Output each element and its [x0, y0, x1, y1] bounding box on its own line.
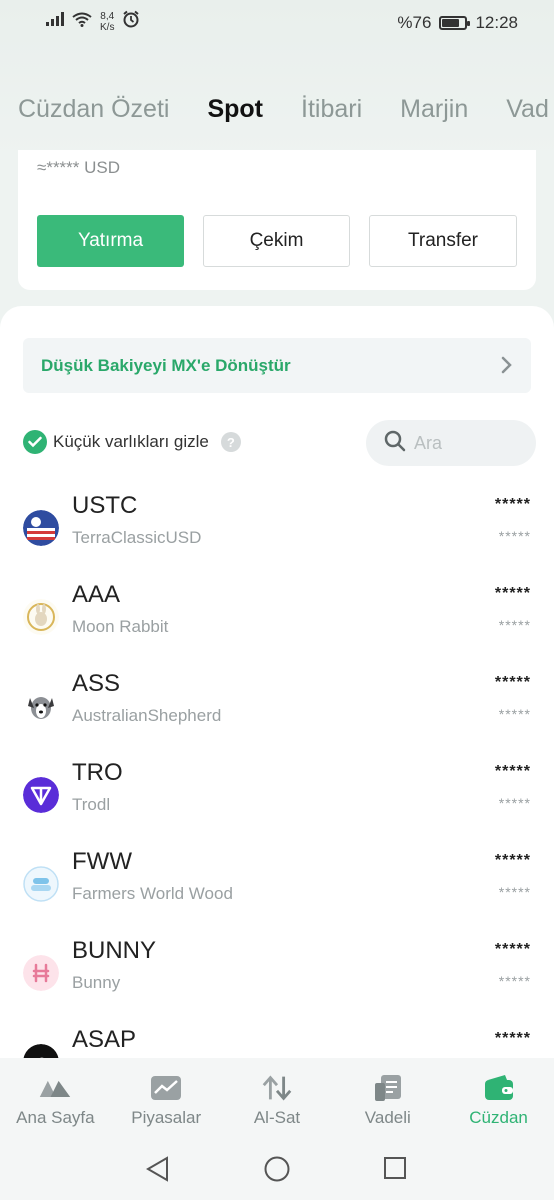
network-speed: 8,4 K/s — [100, 11, 114, 33]
asset-amount: ***** — [494, 1030, 531, 1047]
asset-amount: ***** — [494, 585, 531, 602]
wifi-icon — [72, 12, 92, 32]
clock: 12:28 — [475, 13, 518, 32]
asset-symbol: AAA — [72, 581, 121, 608]
asset-sheet: Düşük Bakiyeyi MX'e Dönüştür Küçük varlı… — [0, 306, 554, 1066]
farmers-world-wood-logo-icon — [23, 866, 59, 902]
trodl-logo-icon — [23, 777, 59, 813]
signal-icon — [46, 12, 64, 31]
asset-row-ustc[interactable]: USTC TerraClassicUSD ***** ***** — [0, 486, 554, 575]
tab-futures[interactable]: Vad — [506, 95, 549, 124]
asset-name: Bunny — [72, 973, 121, 992]
convert-banner-label: Düşük Bakiyeyi MX'e Dönüştür — [41, 355, 291, 375]
asset-name: Trodl — [72, 795, 111, 814]
wallet-tabs: Cüzdan Özeti Spot İtibari Marjin Vad — [18, 95, 554, 124]
tab-fiat[interactable]: İtibari — [301, 95, 362, 124]
home-button-icon[interactable] — [264, 1156, 290, 1187]
battery-percent: %76 — [397, 13, 432, 32]
asset-symbol: USTC — [72, 492, 138, 519]
asset-amount: ***** — [494, 496, 531, 513]
asset-symbol: FWW — [72, 848, 132, 875]
asset-row-ass[interactable]: ASS AustralianShepherd ***** ***** — [0, 664, 554, 753]
bunny-logo-icon — [23, 955, 59, 991]
nav-futures-label: Vadeli — [364, 1108, 411, 1127]
asset-row-aaa[interactable]: AAA Moon Rabbit ***** ***** — [0, 575, 554, 664]
nav-futures[interactable]: Vadeli — [332, 1058, 443, 1138]
hide-small-assets-toggle[interactable]: Küçük varlıkları gizle ? — [23, 430, 241, 454]
chevron-right-icon — [501, 356, 513, 379]
battery-icon — [439, 16, 471, 30]
system-nav-bar — [0, 1138, 554, 1200]
asset-row-fww[interactable]: FWW Farmers World Wood ***** ***** — [0, 842, 554, 931]
asset-amount: ***** — [494, 763, 531, 780]
network-speed-unit: K/s — [100, 21, 115, 33]
nav-trade[interactable]: Al-Sat — [222, 1058, 333, 1138]
balance-card: ≈***** USD Yatırma Çekim Transfer — [18, 150, 536, 290]
tab-wallet-overview[interactable]: Cüzdan Özeti — [18, 95, 169, 124]
asset-symbol: TRO — [72, 759, 123, 786]
asset-symbol: ASS — [72, 670, 121, 697]
asset-row-bunny[interactable]: BUNNY Bunny ***** ***** — [0, 931, 554, 1020]
nav-wallet[interactable]: Cüzdan — [443, 1058, 554, 1138]
wallet-icon — [482, 1074, 516, 1102]
asset-row-tro[interactable]: TRO Trodl ***** ***** — [0, 753, 554, 842]
trade-icon — [260, 1074, 294, 1102]
asset-value: ***** — [498, 973, 531, 989]
search-input[interactable] — [414, 432, 524, 454]
recents-icon[interactable] — [383, 1156, 407, 1185]
network-speed-value: 8,4 — [100, 10, 115, 22]
hide-small-assets-label: Küçük varlıkları gizle — [53, 432, 209, 451]
alarm-icon — [122, 10, 140, 33]
checkbox-checked-icon[interactable] — [23, 430, 47, 454]
asset-value: ***** — [498, 884, 531, 900]
tab-margin[interactable]: Marjin — [400, 95, 468, 124]
withdraw-button[interactable]: Çekim — [203, 215, 350, 267]
nav-wallet-label: Cüzdan — [469, 1108, 528, 1127]
markets-icon — [149, 1074, 183, 1102]
status-bar: 8,4 K/s %76 12:28 — [0, 0, 554, 48]
asset-symbol: ASAP — [72, 1026, 137, 1053]
asset-value: ***** — [498, 706, 531, 722]
home-icon — [38, 1074, 72, 1102]
asset-amount: ***** — [494, 852, 531, 869]
nav-trade-label: Al-Sat — [253, 1108, 301, 1127]
tab-spot[interactable]: Spot — [207, 95, 263, 124]
moon-rabbit-logo-icon — [23, 599, 59, 635]
ustc-logo-icon — [23, 510, 59, 546]
deposit-button[interactable]: Yatırma — [37, 215, 184, 267]
asset-value: ***** — [498, 795, 531, 811]
asset-value: ***** — [498, 528, 531, 544]
asset-value: ***** — [498, 617, 531, 633]
nav-markets-label: Piyasalar — [131, 1108, 202, 1127]
asset-name: TerraClassicUSD — [72, 528, 202, 547]
transfer-button[interactable]: Transfer — [369, 215, 517, 267]
convert-small-balance-banner[interactable]: Düşük Bakiyeyi MX'e Dönüştür — [23, 338, 531, 393]
back-icon[interactable] — [145, 1156, 171, 1187]
asset-name: Farmers World Wood — [72, 884, 233, 903]
nav-home-label: Ana Sayfa — [16, 1108, 95, 1127]
asset-symbol: BUNNY — [72, 937, 157, 964]
asset-amount: ***** — [494, 941, 531, 958]
asset-name: AustralianShepherd — [72, 706, 222, 725]
help-icon[interactable]: ? — [220, 432, 241, 452]
nav-home[interactable]: Ana Sayfa — [0, 1058, 111, 1138]
nav-markets[interactable]: Piyasalar — [111, 1058, 222, 1138]
bottom-nav: Ana Sayfa Piyasalar Al-Sat Vadeli Cüzdan — [0, 1058, 554, 1138]
shepherd-dog-logo-icon — [23, 688, 59, 724]
futures-icon — [371, 1074, 405, 1102]
search-icon — [384, 430, 406, 457]
balance-value: ≈***** USD — [37, 158, 121, 177]
search-box[interactable] — [366, 420, 536, 466]
asset-name: Moon Rabbit — [72, 617, 169, 636]
asset-amount: ***** — [494, 674, 531, 691]
